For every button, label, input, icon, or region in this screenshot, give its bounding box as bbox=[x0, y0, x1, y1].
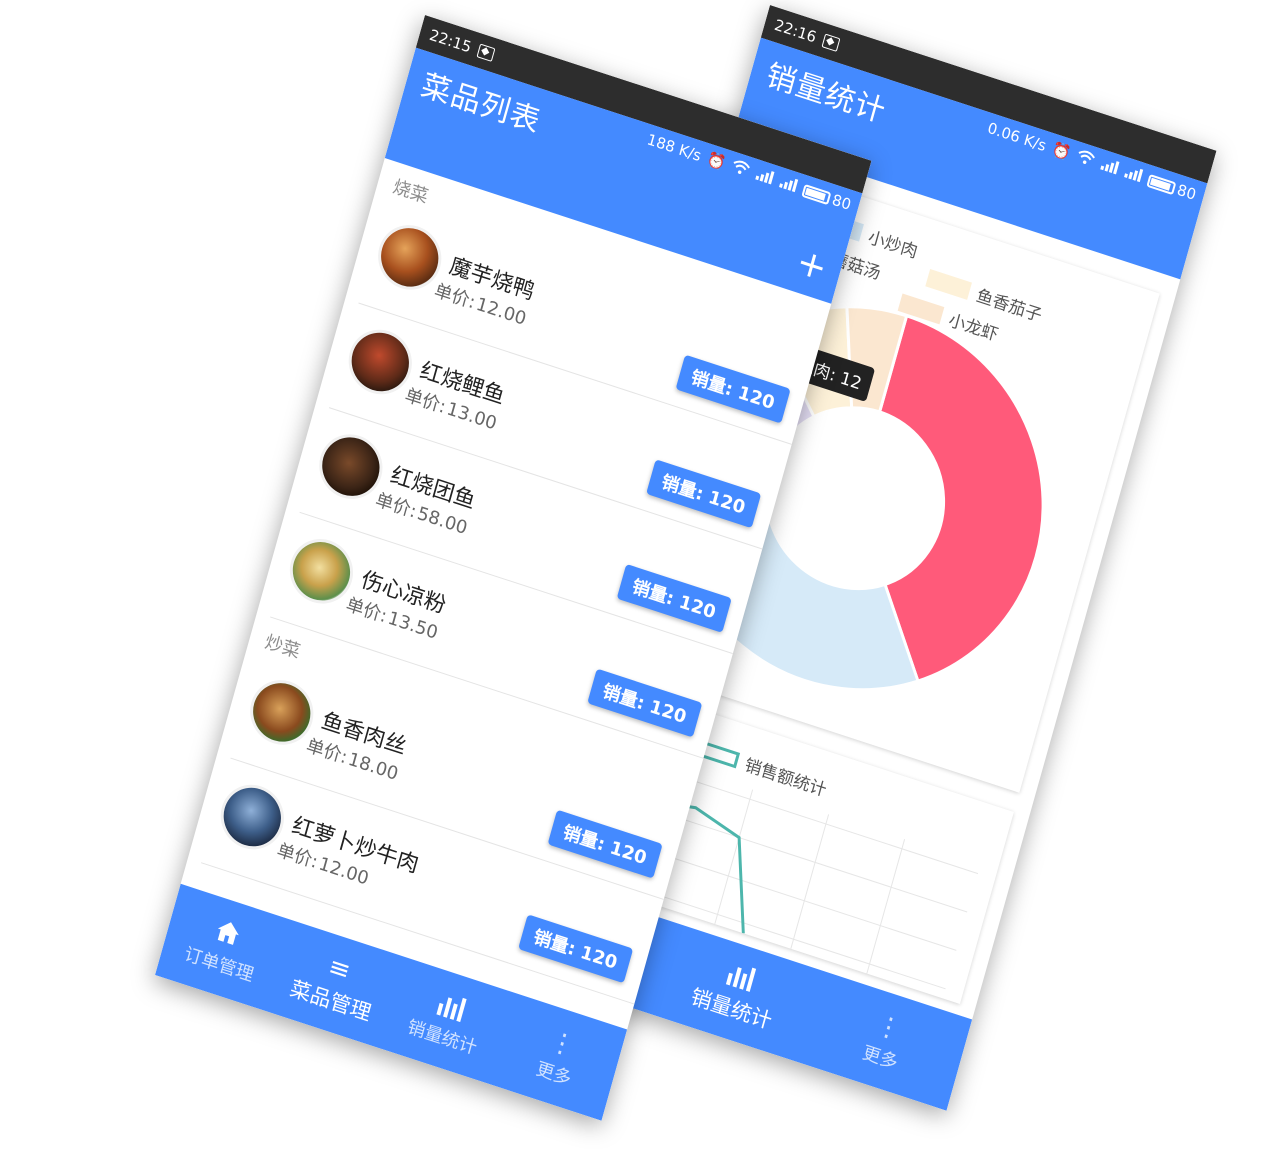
status-time: 22:16 bbox=[772, 15, 819, 47]
battery-icon bbox=[801, 183, 832, 205]
add-dish-button[interactable]: + bbox=[792, 241, 832, 290]
battery-icon bbox=[1146, 173, 1177, 195]
dish-photo bbox=[246, 675, 318, 750]
notification-icon bbox=[476, 43, 496, 62]
status-time: 22:15 bbox=[427, 25, 474, 57]
alarm-icon: ⏰ bbox=[704, 149, 728, 173]
dish-photo bbox=[286, 534, 357, 609]
alarm-icon: ⏰ bbox=[1049, 139, 1073, 163]
signal-2-icon bbox=[777, 173, 799, 196]
wifi-icon bbox=[729, 158, 751, 181]
dish-photo bbox=[374, 220, 446, 295]
notification-icon bbox=[821, 33, 841, 52]
dish-photo bbox=[315, 429, 387, 504]
battery-level: 80 bbox=[1175, 180, 1199, 204]
signal-icon bbox=[1098, 156, 1120, 179]
dish-photo bbox=[344, 325, 416, 399]
signal-2-icon bbox=[1122, 163, 1144, 186]
signal-icon bbox=[753, 166, 775, 189]
sales-badge[interactable]: 销量: 120 bbox=[518, 914, 634, 984]
dish-photo bbox=[216, 780, 288, 854]
tab-more[interactable]: ⋮ 更多 bbox=[490, 993, 627, 1121]
wifi-icon bbox=[1074, 148, 1096, 171]
battery-level: 80 bbox=[830, 190, 854, 214]
